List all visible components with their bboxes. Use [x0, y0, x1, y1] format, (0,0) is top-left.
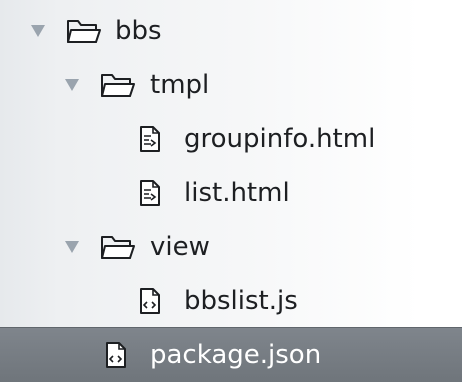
tree-item-view[interactable]: view: [0, 220, 462, 274]
tree-item-label: groupinfo.html: [184, 124, 376, 154]
html-file-icon: [139, 180, 161, 206]
tree-item-label: bbs: [115, 16, 162, 46]
file-tree: bbs tmpl groupinfo.html list.html view b…: [0, 0, 462, 382]
tree-item-label: tmpl: [150, 70, 210, 100]
triangle-down-icon[interactable]: [64, 240, 80, 254]
tree-item-bbslist-js[interactable]: bbslist.js: [0, 274, 462, 328]
tree-item-label: list.html: [184, 178, 290, 208]
folder-open-icon: [100, 71, 138, 99]
code-file-icon: [105, 342, 127, 368]
folder-open-icon: [66, 17, 104, 45]
code-file-icon: [139, 288, 161, 314]
tree-item-label: bbslist.js: [184, 286, 298, 316]
tree-item-package-json[interactable]: package.json: [0, 327, 462, 382]
tree-item-groupinfo-html[interactable]: groupinfo.html: [0, 112, 462, 166]
folder-open-icon: [100, 233, 138, 261]
triangle-down-icon[interactable]: [30, 24, 46, 38]
html-file-icon: [139, 126, 161, 152]
tree-item-tmpl[interactable]: tmpl: [0, 58, 462, 112]
tree-item-label: package.json: [150, 340, 322, 370]
triangle-down-icon[interactable]: [64, 78, 80, 92]
tree-item-label: view: [150, 232, 210, 262]
tree-item-list-html[interactable]: list.html: [0, 166, 462, 220]
tree-item-bbs[interactable]: bbs: [0, 4, 462, 58]
